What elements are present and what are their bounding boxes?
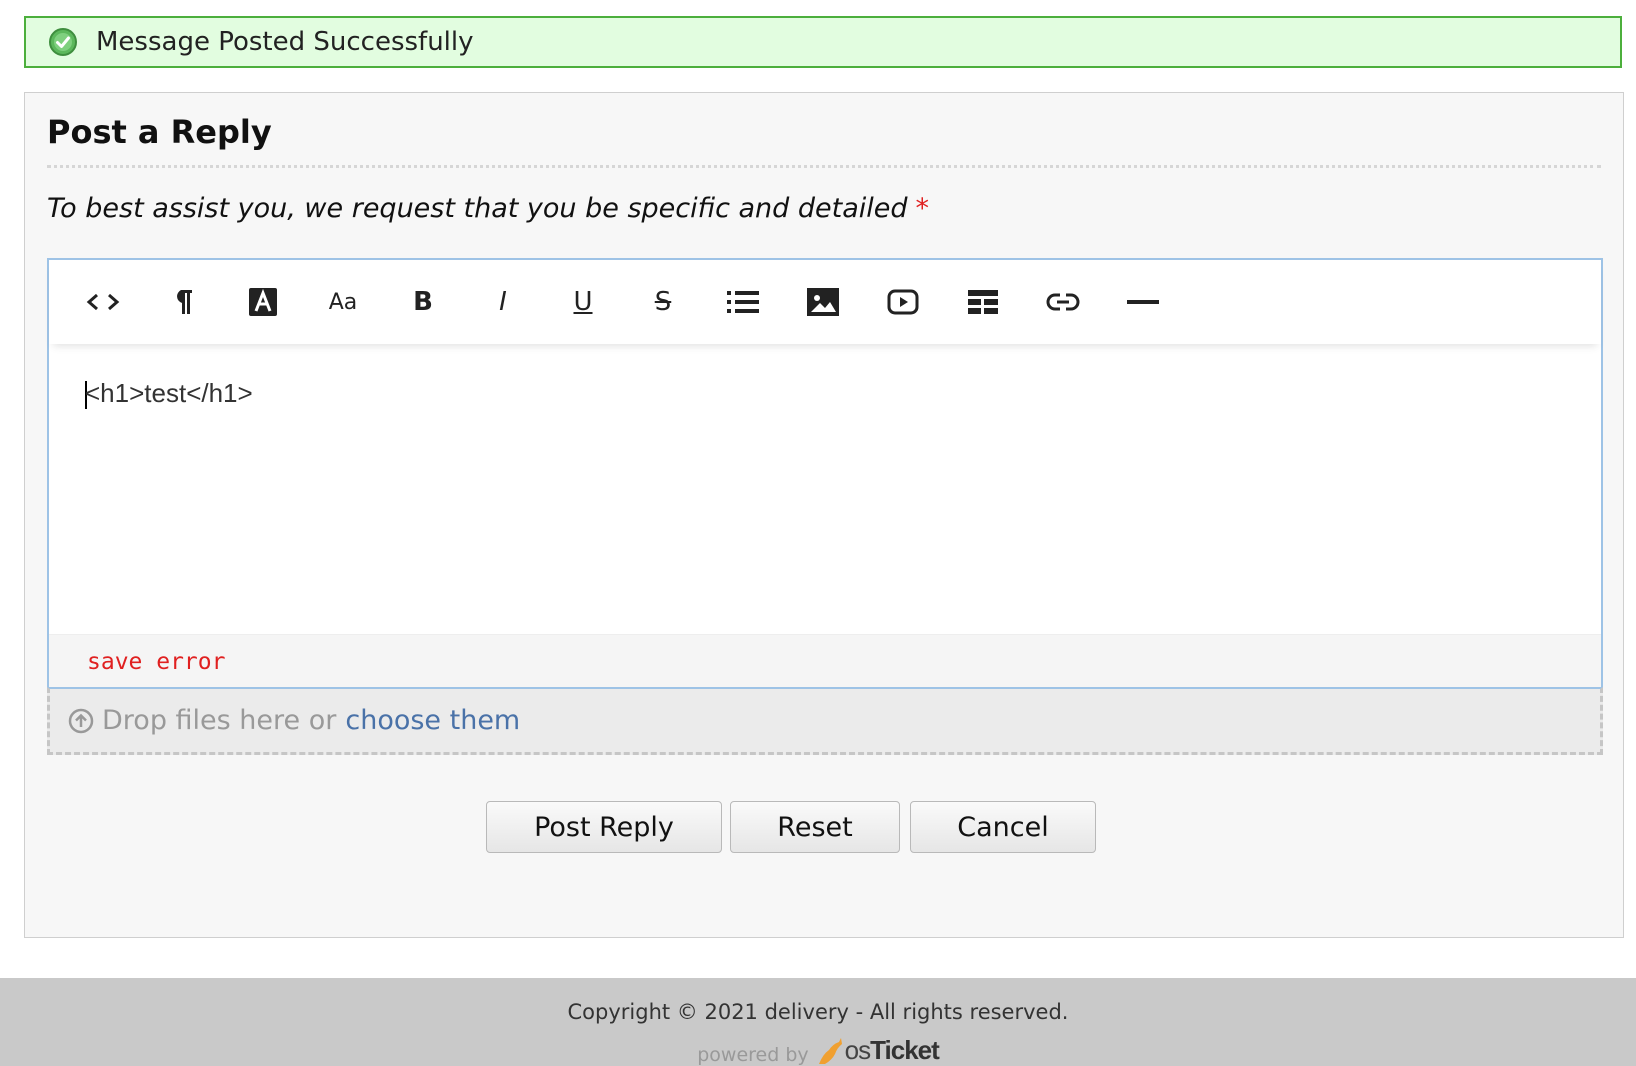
underline-icon: U bbox=[573, 287, 593, 317]
bold-icon: B bbox=[413, 287, 433, 317]
check-circle-icon bbox=[49, 28, 77, 56]
paragraph-icon bbox=[177, 290, 192, 314]
title-divider bbox=[47, 165, 1601, 168]
reply-panel: Post a Reply To best assist you, we requ… bbox=[24, 92, 1624, 938]
editor-content[interactable]: <h1>test</h1> bbox=[85, 378, 253, 410]
editor-toolbar: Aa B I U S bbox=[49, 260, 1601, 344]
image-icon bbox=[807, 288, 839, 316]
lists-button[interactable] bbox=[703, 272, 783, 332]
format-button[interactable] bbox=[143, 272, 223, 332]
cancel-button[interactable]: Cancel bbox=[910, 801, 1096, 853]
video-icon bbox=[887, 289, 919, 315]
table-icon bbox=[968, 290, 998, 314]
post-reply-button[interactable]: Post Reply bbox=[486, 801, 722, 853]
strikethrough-button[interactable]: S bbox=[623, 272, 703, 332]
font-color-icon bbox=[249, 288, 277, 316]
editor-text: <h1>test</h1> bbox=[85, 378, 253, 408]
powered-by[interactable]: powered by osTicket bbox=[0, 1035, 1636, 1066]
font-color-button[interactable] bbox=[223, 272, 303, 332]
bold-button[interactable]: B bbox=[383, 272, 463, 332]
copyright-text: Copyright © 2021 delivery - All rights r… bbox=[567, 1000, 1069, 1024]
required-marker: * bbox=[915, 193, 930, 224]
horizontal-rule-button[interactable] bbox=[1103, 272, 1183, 332]
horizontal-rule-icon bbox=[1127, 300, 1159, 304]
list-icon bbox=[727, 291, 759, 313]
powered-by-text: powered by bbox=[697, 1044, 809, 1066]
reply-instructions: To best assist you, we request that you … bbox=[47, 193, 929, 224]
reply-title: Post a Reply bbox=[47, 113, 272, 151]
italic-button[interactable]: I bbox=[463, 272, 543, 332]
font-size-button[interactable]: Aa bbox=[303, 272, 383, 332]
underline-button[interactable]: U bbox=[543, 272, 623, 332]
file-dropzone[interactable]: Drop files here or choose them bbox=[47, 687, 1603, 755]
font-size-icon: Aa bbox=[328, 289, 358, 315]
video-button[interactable] bbox=[863, 272, 943, 332]
banner-message: Message Posted Successfully bbox=[96, 27, 474, 57]
form-buttons: Post Reply Reset Cancel bbox=[25, 801, 1623, 853]
osticket-logo: osTicket bbox=[844, 1035, 940, 1065]
strikethrough-icon: S bbox=[654, 287, 672, 317]
upload-icon bbox=[68, 708, 94, 733]
table-button[interactable] bbox=[943, 272, 1023, 332]
reset-button[interactable]: Reset bbox=[730, 801, 900, 853]
link-icon bbox=[1046, 293, 1080, 311]
link-button[interactable] bbox=[1023, 272, 1103, 332]
dropzone-text: Drop files here or bbox=[102, 705, 337, 736]
italic-icon: I bbox=[499, 287, 507, 317]
save-error-text: save error bbox=[87, 649, 226, 675]
success-banner: Message Posted Successfully bbox=[24, 16, 1622, 68]
rich-text-editor: Aa B I U S <h1>test</h1> save error bbox=[47, 258, 1603, 713]
instructions-text: To best assist you, we request that you … bbox=[47, 193, 908, 224]
kangaroo-logo-icon bbox=[818, 1038, 842, 1064]
choose-files-link[interactable]: choose them bbox=[345, 705, 520, 736]
page-footer: Copyright © 2021 delivery - All rights r… bbox=[0, 978, 1636, 1066]
image-button[interactable] bbox=[783, 272, 863, 332]
html-source-button[interactable] bbox=[63, 272, 143, 332]
code-icon bbox=[86, 293, 120, 311]
